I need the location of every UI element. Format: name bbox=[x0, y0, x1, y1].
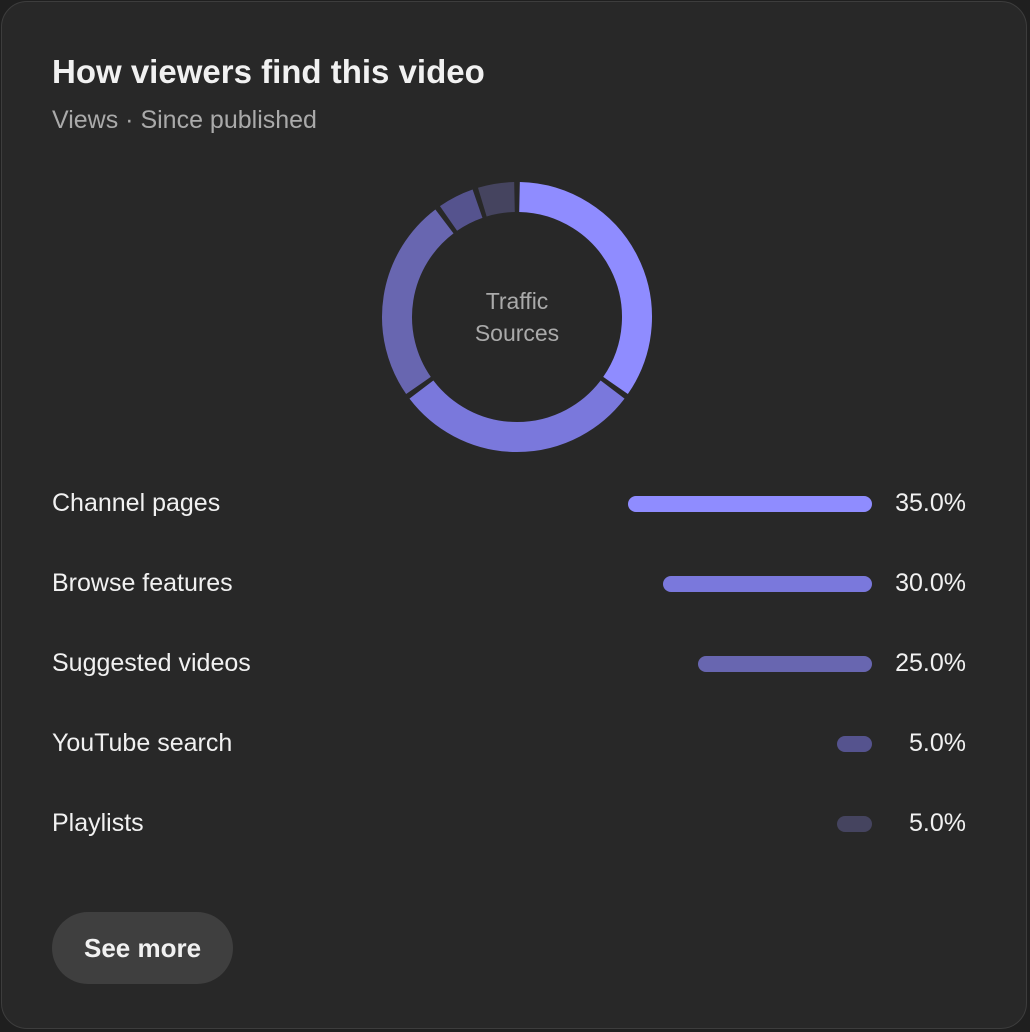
traffic-source-bar-track bbox=[562, 496, 872, 512]
traffic-source-label: Channel pages bbox=[52, 489, 221, 517]
traffic-source-label: YouTube search bbox=[52, 729, 233, 757]
traffic-source-value: 35.0% bbox=[895, 489, 966, 517]
traffic-source-bar-track bbox=[562, 736, 872, 752]
donut-segment-youtube-search[interactable] bbox=[439, 189, 483, 232]
donut-segments bbox=[382, 182, 652, 452]
traffic-source-bar bbox=[663, 576, 872, 592]
traffic-sources-card: How viewers find this video Views · Sinc… bbox=[1, 1, 1027, 1029]
traffic-source-row-browse-features: Browse features 30.0% bbox=[52, 544, 966, 624]
card-subtitle: Views · Since published bbox=[52, 106, 317, 134]
traffic-source-bar-track bbox=[562, 816, 872, 832]
traffic-source-value: 5.0% bbox=[909, 729, 966, 757]
traffic-sources-donut-chart: Traffic Sources bbox=[382, 182, 652, 452]
traffic-source-bar-track bbox=[562, 576, 872, 592]
traffic-source-label: Playlists bbox=[52, 809, 144, 837]
traffic-source-bar bbox=[837, 736, 872, 752]
donut-center-label-line2: Sources bbox=[475, 320, 559, 346]
traffic-source-value: 5.0% bbox=[909, 809, 966, 837]
traffic-source-bar bbox=[698, 656, 872, 672]
donut-segment-browse-features[interactable] bbox=[409, 380, 625, 452]
traffic-source-row-youtube-search: YouTube search 5.0% bbox=[52, 704, 966, 784]
donut-segment-suggested-videos[interactable] bbox=[382, 209, 454, 395]
traffic-source-row-channel-pages: Channel pages 35.0% bbox=[52, 464, 966, 544]
traffic-sources-list: Channel pages 35.0% Browse features 30.0% Su… bbox=[52, 464, 966, 864]
traffic-source-value: 30.0% bbox=[895, 569, 966, 597]
see-more-button[interactable]: See more bbox=[52, 912, 234, 984]
traffic-source-label: Browse features bbox=[52, 569, 233, 597]
card-title: How viewers find this video bbox=[52, 53, 485, 90]
traffic-source-row-suggested-videos: Suggested videos 25.0% bbox=[52, 624, 966, 704]
traffic-source-row-playlists: Playlists 5.0% bbox=[52, 784, 966, 864]
traffic-source-value: 25.0% bbox=[895, 649, 966, 677]
traffic-source-label: Suggested videos bbox=[52, 649, 251, 677]
traffic-source-bar bbox=[628, 496, 872, 512]
traffic-source-bar-track bbox=[562, 656, 872, 672]
donut-center-label-line1: Traffic bbox=[486, 288, 549, 314]
traffic-source-bar bbox=[837, 816, 872, 832]
donut-segment-playlists[interactable] bbox=[477, 182, 516, 217]
